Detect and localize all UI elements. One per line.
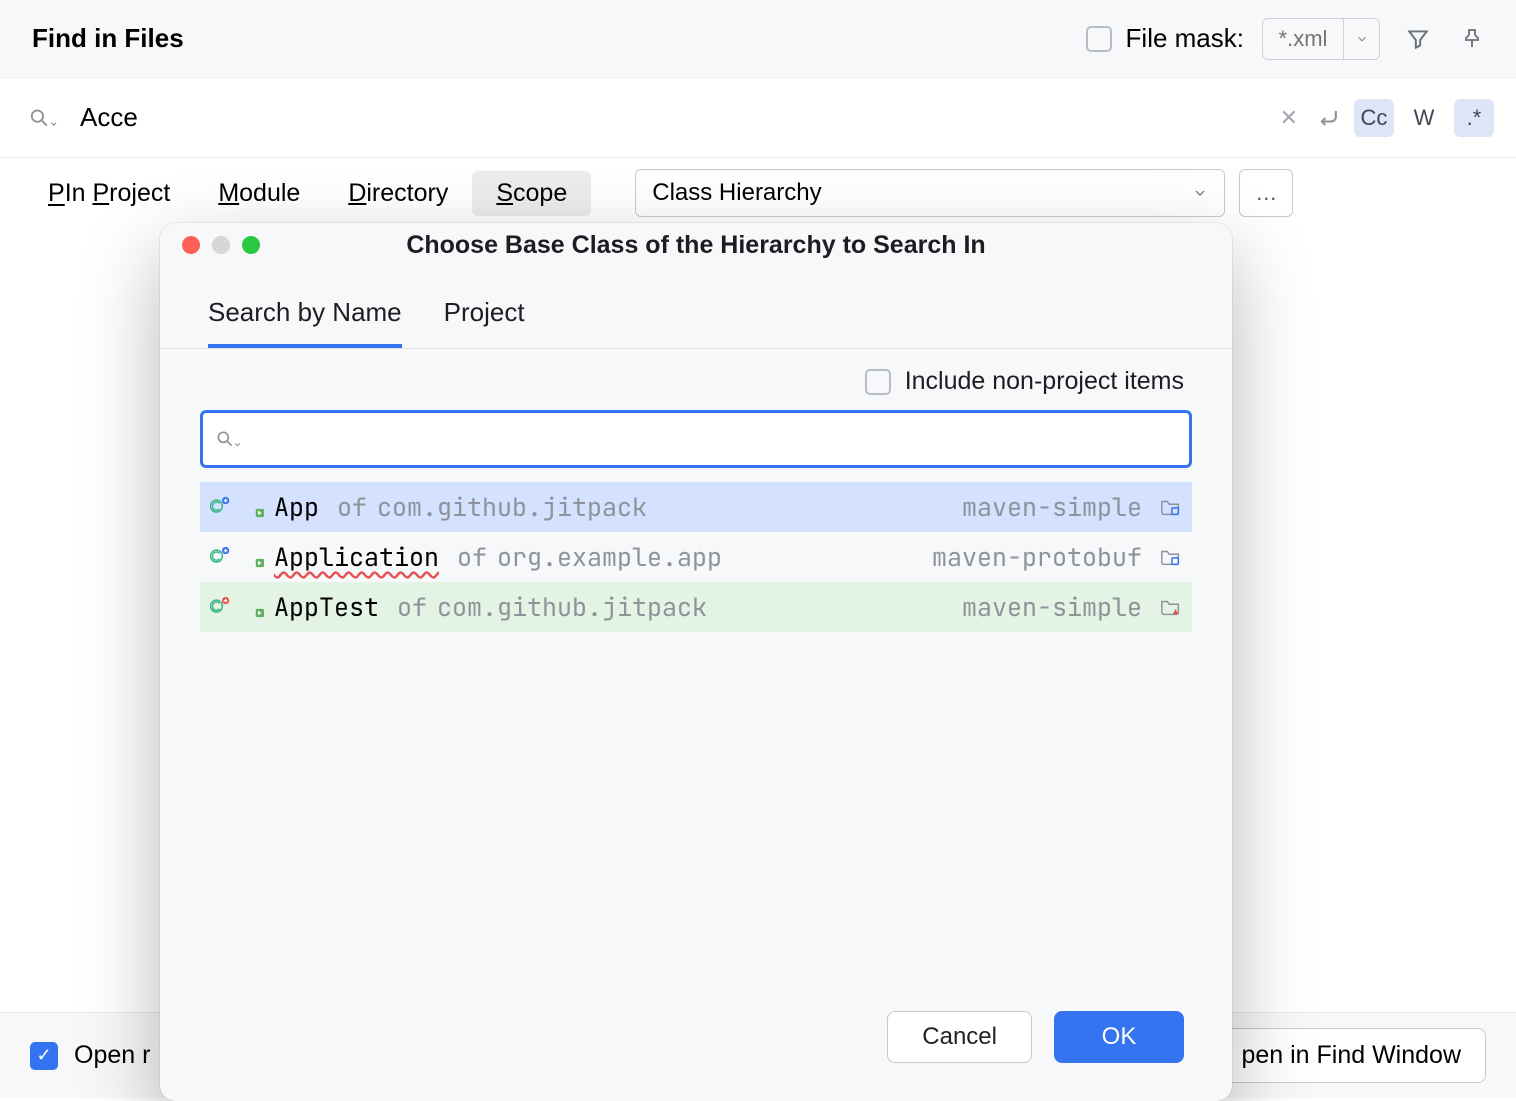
regex-toggle[interactable]: .* [1454, 99, 1494, 137]
of-label: of [337, 490, 367, 524]
search-options: ✕ Cc W .* [1272, 99, 1494, 137]
tab-project[interactable]: Project [444, 297, 525, 348]
class-icon [210, 546, 232, 568]
list-item[interactable]: AppTest of com.github.jitpack maven-simpl… [200, 582, 1192, 632]
runnable-indicator-icon [242, 596, 264, 618]
class-icon [210, 496, 232, 518]
filter-icon[interactable] [1402, 23, 1434, 55]
package-name: com.github.jitpack [377, 490, 647, 524]
results-list: App of com.github.jitpackmaven-simpleApp… [200, 482, 1192, 632]
source-folder-icon [1160, 496, 1182, 518]
class-name: App [274, 490, 319, 524]
find-in-files-header: Find in Files File mask: [0, 0, 1516, 78]
scope-tab-scope[interactable]: Scope [472, 171, 591, 216]
scope-tab-module[interactable]: Module [194, 171, 324, 216]
list-item[interactable]: App of com.github.jitpack maven-simple [200, 482, 1192, 532]
search-icon [215, 429, 242, 449]
match-case-toggle[interactable]: Cc [1354, 99, 1394, 137]
dialog-title: Choose Base Class of the Hierarchy to Se… [160, 231, 1232, 260]
scope-dropdown-value: Class Hierarchy [652, 179, 821, 207]
class-icon [210, 596, 232, 618]
choose-base-class-dialog: Choose Base Class of the Hierarchy to Se… [160, 223, 1232, 1101]
dialog-buttons: Cancel OK [160, 1011, 1232, 1101]
list-item[interactable]: Application of org.example.app maven-prot… [200, 532, 1192, 582]
class-search-input[interactable] [252, 426, 1177, 452]
file-mask-combo[interactable] [1262, 18, 1380, 60]
include-non-project-row: Include non-project items [160, 349, 1232, 410]
ok-button[interactable]: OK [1054, 1011, 1184, 1063]
chevron-down-icon [1192, 185, 1208, 201]
scope-tab-in-project[interactable]: PIn Project [24, 171, 194, 216]
package-name: org.example.app [497, 540, 722, 574]
dialog-tabs: Search by Name Project [160, 267, 1232, 349]
page-title: Find in Files [32, 23, 184, 54]
search-bar: ✕ Cc W .* [0, 78, 1516, 158]
runnable-indicator-icon [242, 546, 264, 568]
new-line-icon[interactable] [1316, 104, 1344, 132]
test-folder-icon [1160, 596, 1182, 618]
of-label: of [397, 590, 427, 624]
include-non-project-checkbox[interactable] [865, 369, 891, 395]
open-results-label-truncated: Open r [74, 1041, 150, 1070]
module-name: maven-simple [962, 590, 1142, 624]
chevron-down-icon[interactable] [1343, 19, 1379, 59]
module-name: maven-simple [962, 490, 1142, 524]
dialog-titlebar[interactable]: Choose Base Class of the Hierarchy to Se… [160, 223, 1232, 267]
module-name: maven-protobuf [932, 540, 1142, 574]
scope-dropdown[interactable]: Class Hierarchy [635, 169, 1225, 217]
cancel-button[interactable]: Cancel [887, 1011, 1032, 1063]
file-mask-input[interactable] [1263, 19, 1343, 59]
scope-tab-directory[interactable]: Directory [324, 171, 472, 216]
open-results-checkbox[interactable]: ✓ [30, 1042, 58, 1070]
package-name: com.github.jitpack [437, 590, 707, 624]
runnable-indicator-icon [242, 496, 264, 518]
words-toggle[interactable]: W [1404, 99, 1444, 137]
search-input[interactable] [80, 102, 1272, 133]
open-in-find-window-button[interactable]: pen in Find Window [1216, 1028, 1486, 1083]
of-label: of [457, 540, 487, 574]
pin-icon[interactable] [1456, 23, 1488, 55]
scope-bar: PIn Project Module Directory Scope Class… [0, 158, 1516, 228]
search-icon[interactable] [28, 103, 58, 133]
tab-search-by-name[interactable]: Search by Name [208, 297, 402, 348]
class-name: Application [274, 540, 439, 574]
include-non-project-label: Include non-project items [905, 367, 1184, 396]
scope-more-button[interactable]: … [1239, 169, 1293, 217]
file-mask-checkbox[interactable] [1086, 26, 1112, 52]
file-mask-label: File mask: [1126, 23, 1244, 54]
class-name: AppTest [274, 590, 379, 624]
clear-icon[interactable]: ✕ [1272, 105, 1306, 131]
source-folder-icon [1160, 546, 1182, 568]
class-search-field[interactable] [200, 410, 1192, 468]
